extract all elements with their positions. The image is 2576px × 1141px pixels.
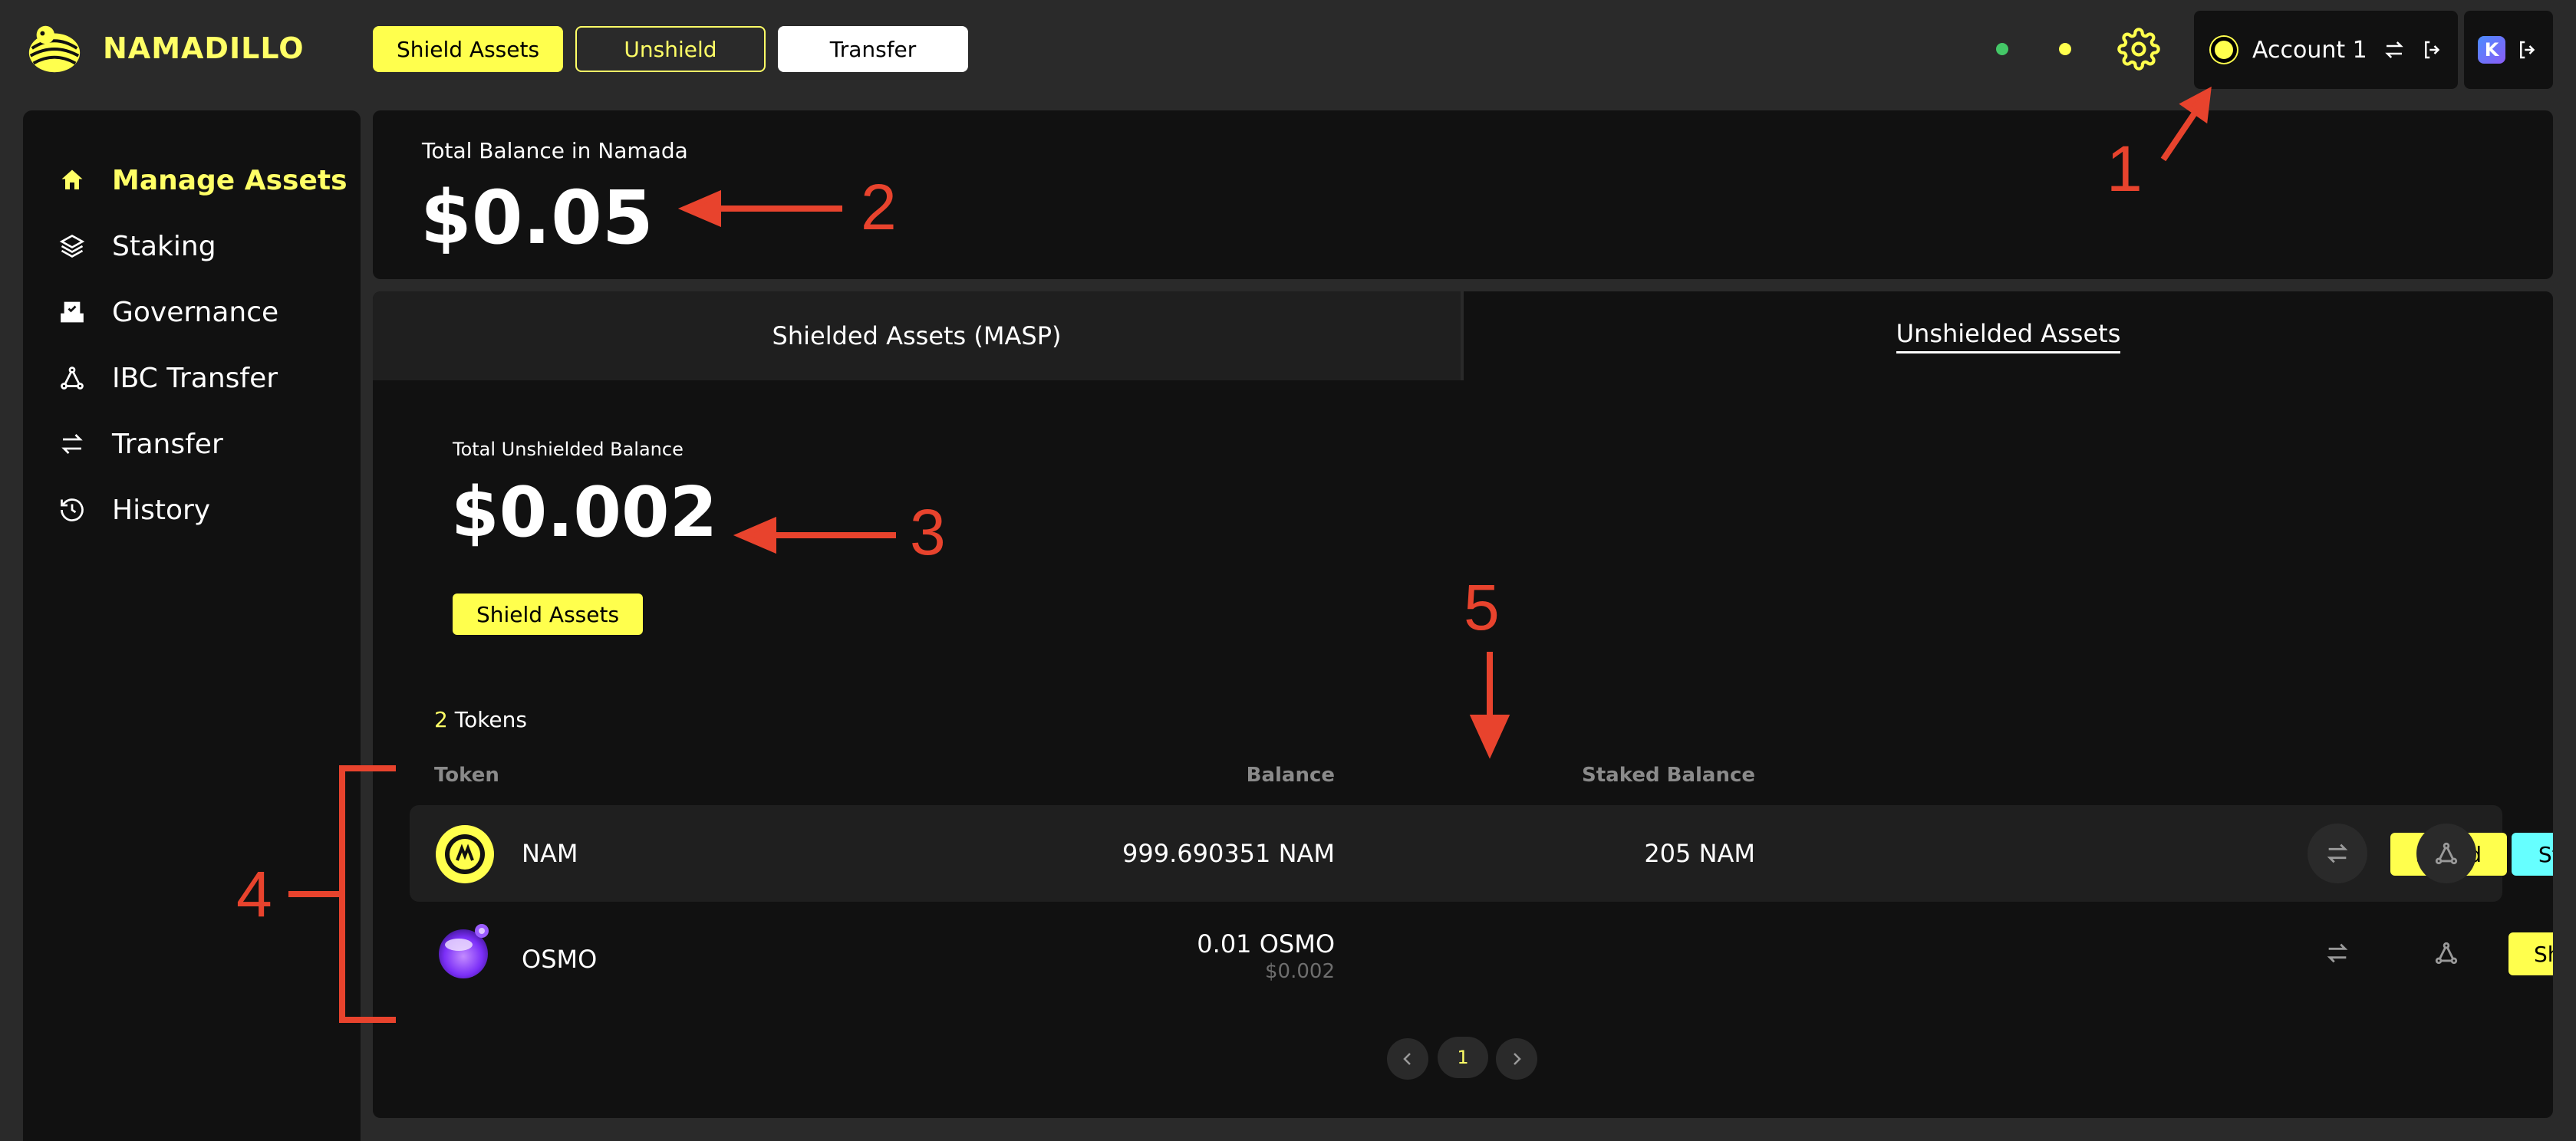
gear-icon[interactable] — [2117, 28, 2160, 71]
keplr-wallet-icon: K — [2478, 36, 2505, 64]
ballot-icon — [61, 301, 84, 323]
history-icon — [61, 498, 84, 521]
sidebar-item-staking[interactable]: Staking — [23, 213, 361, 279]
prev-page-button[interactable] — [1387, 1038, 1428, 1080]
home-icon — [61, 169, 83, 189]
token-name: OSMO — [522, 945, 598, 974]
sidebar-item-label: Staking — [112, 230, 216, 262]
table-row: OSMO 0.01 OSMO $0.002 Shield — [410, 905, 2553, 1001]
stake-button[interactable]: Stake — [2512, 833, 2553, 876]
token-balance: 0.01 OSMO — [1197, 929, 1335, 959]
network-icon — [2435, 842, 2458, 865]
annotation-label-1: 1 — [2107, 133, 2143, 205]
annotation-label-3: 3 — [910, 496, 946, 568]
ibc-row-button[interactable] — [2416, 824, 2476, 883]
tokens-count-number: 2 — [434, 707, 448, 732]
status-dot-yellow — [2059, 43, 2071, 55]
assets-panel: Shielded Assets (MASP) Unshielded Assets… — [373, 291, 2553, 1118]
switch-account-icon[interactable] — [2383, 38, 2406, 61]
tab-label: Unshielded Assets — [1896, 319, 2121, 353]
chevron-left-icon — [1403, 1053, 1411, 1065]
shield-assets-button[interactable]: Shield Assets — [373, 26, 563, 72]
tab-shielded-assets[interactable]: Shielded Assets (MASP) — [373, 291, 1461, 380]
account-avatar — [2211, 37, 2237, 63]
annotation-label-4: 4 — [236, 858, 272, 930]
sidebar-item-label: Transfer — [112, 428, 223, 460]
tokens-count: 2 Tokens — [434, 707, 527, 732]
network-icon — [61, 367, 84, 390]
annotation-label-5: 5 — [1464, 571, 1500, 643]
sidebar-item-governance[interactable]: Governance — [23, 279, 361, 345]
total-balance-value: $0.05 — [420, 175, 654, 261]
transfer-row-button[interactable] — [2308, 824, 2367, 883]
sidebar-item-label: Governance — [112, 296, 279, 328]
sidebar-item-label: History — [112, 494, 211, 526]
app-name: NAMADILLO — [103, 31, 305, 65]
wallet-connection[interactable]: K — [2464, 11, 2553, 89]
sidebar: Manage Assets Staking Governance IBC Tra… — [23, 110, 361, 1141]
sidebar-item-transfer[interactable]: Transfer — [23, 411, 361, 477]
osmo-token-icon — [439, 924, 489, 978]
shield-button[interactable]: Shield — [2508, 932, 2553, 975]
status-dot-green — [1996, 43, 2008, 55]
unshield-button[interactable]: Unshield — [575, 26, 766, 72]
unshielded-balance-value: $0.002 — [451, 472, 718, 553]
network-icon — [2435, 942, 2458, 965]
disconnect-icon[interactable] — [2516, 38, 2539, 61]
token-name: NAM — [522, 839, 578, 868]
logout-icon[interactable] — [2421, 38, 2444, 61]
column-header-staked: Staked Balance — [1582, 764, 1755, 787]
column-header-token: Token — [434, 764, 499, 787]
sidebar-item-manage-assets[interactable]: Manage Assets — [23, 147, 361, 213]
logo[interactable]: NAMADILLO — [25, 18, 305, 78]
arrows-icon — [2327, 943, 2348, 963]
next-page-button[interactable] — [1496, 1038, 1537, 1080]
transfer-button[interactable]: Transfer — [778, 26, 968, 72]
token-staked-balance: 205 NAM — [1644, 839, 1755, 868]
tab-label: Shielded Assets (MASP) — [772, 321, 1062, 350]
layers-icon — [59, 234, 85, 258]
token-balance: 999.690351 NAM — [1122, 839, 1335, 868]
sidebar-item-history[interactable]: History — [23, 477, 361, 543]
sidebar-item-label: Manage Assets — [112, 164, 348, 196]
sidebar-item-ibc-transfer[interactable]: IBC Transfer — [23, 345, 361, 411]
token-balance-usd: $0.002 — [1265, 960, 1335, 983]
arrows-icon — [61, 434, 83, 454]
nam-token-icon — [436, 825, 494, 883]
total-balance-label: Total Balance in Namada — [422, 138, 688, 163]
unshielded-balance-label: Total Unshielded Balance — [453, 439, 684, 460]
tokens-count-suffix: Tokens — [447, 707, 527, 732]
sidebar-item-label: IBC Transfer — [112, 362, 278, 394]
transfer-row-button[interactable] — [2308, 923, 2367, 983]
page-number-button[interactable]: 1 — [1438, 1037, 1488, 1078]
armadillo-logo-icon — [28, 25, 81, 73]
tab-unshielded-assets[interactable]: Unshielded Assets — [1464, 291, 2553, 380]
account-switcher[interactable]: Account 1 — [2194, 11, 2458, 89]
account-label: Account 1 — [2252, 36, 2367, 64]
arrows-icon — [2327, 843, 2348, 863]
total-balance-panel: Total Balance in Namada $0.05 — [373, 110, 2553, 279]
table-row: NAM 999.690351 NAM 205 NAM Shield Stake — [410, 805, 2553, 902]
shield-assets-button[interactable]: Shield Assets — [453, 594, 643, 635]
ibc-row-button[interactable] — [2416, 923, 2476, 983]
column-header-balance: Balance — [1246, 764, 1335, 787]
annotation-label-2: 2 — [861, 171, 897, 243]
chevron-right-icon — [1514, 1053, 1521, 1065]
